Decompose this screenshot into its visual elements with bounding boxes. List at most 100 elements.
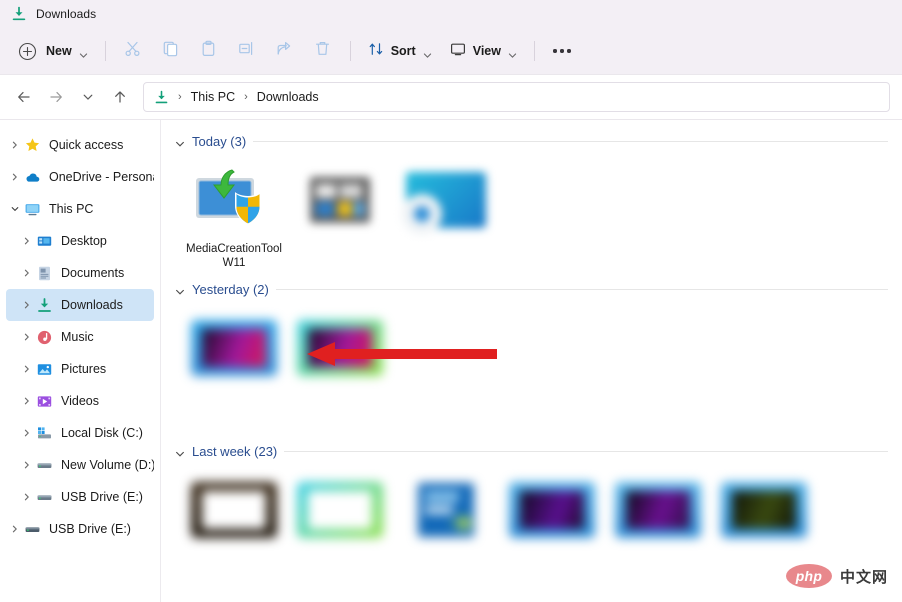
chevron-right-icon[interactable] (18, 397, 36, 405)
sidebar-item-music[interactable]: Music (6, 321, 154, 353)
copy-icon (162, 40, 179, 62)
sidebar-item-downloads[interactable]: Downloads (6, 289, 154, 321)
blurred-thumbnail (398, 474, 494, 546)
file-tile-lastweek-3[interactable] (393, 464, 499, 552)
sidebar-item-onedrive[interactable]: OneDrive - Personal (6, 161, 154, 193)
monitor-icon (24, 201, 41, 218)
command-bar: New Sort View (0, 28, 902, 74)
blurred-thumbnail (186, 312, 282, 384)
share-button[interactable] (266, 35, 304, 67)
group-title: Last week (23) (192, 443, 278, 459)
chevron-right-icon[interactable] (6, 525, 24, 533)
copy-button[interactable] (152, 35, 190, 67)
recent-locations-button[interactable] (72, 81, 104, 113)
sidebar-item-label: Documents (61, 266, 125, 280)
address-bar: › This PC › Downloads (0, 74, 902, 120)
group-header-yesterday[interactable]: Yesterday (2) (175, 278, 902, 300)
sidebar-item-label: Local Disk (C:) (61, 426, 143, 440)
chevron-right-icon[interactable] (18, 269, 36, 277)
file-tile-lastweek-4[interactable] (499, 464, 605, 552)
sidebar-item-label: Quick access (49, 138, 124, 152)
file-tile-yesterday-2[interactable] (287, 302, 393, 432)
trash-icon (314, 40, 331, 62)
chevron-right-icon[interactable] (18, 429, 36, 437)
sidebar-item-usb-drive-e-root[interactable]: USB Drive (E:) (6, 513, 154, 545)
back-button[interactable] (8, 81, 40, 113)
scissors-icon (124, 40, 141, 62)
sidebar-item-local-disk-c[interactable]: Local Disk (C:) (6, 417, 154, 449)
file-tile-lastweek-1[interactable] (181, 464, 287, 552)
group-header-last-week[interactable]: Last week (23) (175, 440, 902, 462)
file-tile-lastweek-2[interactable] (287, 464, 393, 552)
view-monitor-icon (450, 41, 466, 62)
sidebar-item-desktop[interactable]: Desktop (6, 225, 154, 257)
file-tile-lastweek-5[interactable] (605, 464, 711, 552)
file-tile-today-2[interactable] (287, 154, 393, 270)
rename-button[interactable] (228, 35, 266, 67)
tile-row-yesterday (175, 302, 902, 432)
breadcrumb[interactable]: › This PC › Downloads (143, 82, 890, 112)
toolbar-divider (104, 41, 106, 61)
group-divider (275, 288, 888, 290)
chevron-right-icon[interactable] (18, 301, 36, 309)
watermark-brand: php (785, 564, 832, 588)
sidebar-item-usb-drive-e[interactable]: USB Drive (E:) (6, 481, 154, 513)
file-tile-today-3[interactable] (393, 154, 499, 270)
sort-button[interactable]: Sort (359, 35, 441, 67)
delete-button[interactable] (304, 35, 342, 67)
clipboard-icon (200, 40, 217, 62)
breadcrumb-item-this-pc[interactable]: This PC (191, 90, 235, 104)
file-tile-lastweek-6[interactable] (711, 464, 817, 552)
plus-circle-icon (18, 42, 37, 61)
tile-row-today: MediaCreationToolW11 (175, 154, 902, 270)
chevron-down-icon-sort (423, 47, 432, 58)
forward-button[interactable] (40, 81, 72, 113)
chevron-right-icon[interactable] (18, 461, 36, 469)
chevron-right-icon[interactable] (18, 365, 36, 373)
chevron-down-icon[interactable] (175, 284, 185, 295)
new-button[interactable]: New (12, 36, 97, 66)
watermark: php 中文网 (785, 564, 888, 588)
sidebar-item-quick-access[interactable]: Quick access (6, 129, 154, 161)
chevron-down-icon[interactable] (6, 205, 24, 213)
new-button-label: New (46, 44, 72, 58)
cut-button[interactable] (114, 35, 152, 67)
sidebar-item-documents[interactable]: Documents (6, 257, 154, 289)
sidebar-item-pictures[interactable]: Pictures (6, 353, 154, 385)
sidebar-item-label: Music (61, 330, 94, 344)
up-button[interactable] (104, 81, 136, 113)
file-tile-mediacreationtoolw11[interactable]: MediaCreationToolW11 (181, 154, 287, 270)
blurred-thumbnail (504, 474, 600, 546)
group-title: Today (3) (192, 133, 247, 149)
file-tile-label: MediaCreationToolW11 (186, 243, 282, 269)
sidebar-item-label: OneDrive - Personal (49, 170, 154, 184)
title-bar: Downloads (0, 0, 902, 28)
rename-icon (238, 40, 255, 62)
explorer-body: Quick access OneDrive - Personal This PC… (0, 120, 902, 602)
chevron-right-icon[interactable] (6, 173, 24, 181)
sidebar-item-label: New Volume (D:) (61, 458, 154, 472)
chevron-right-icon[interactable] (6, 141, 24, 149)
tile-row-last-week (175, 464, 902, 552)
sidebar-item-videos[interactable]: Videos (6, 385, 154, 417)
file-list-pane[interactable]: Today (3) MediaCreationToolW11 Yesterday… (161, 120, 902, 602)
see-more-button[interactable] (543, 35, 581, 67)
media-creation-tool-icon (186, 164, 282, 236)
sidebar-item-label: Videos (61, 394, 99, 408)
breadcrumb-item-downloads[interactable]: Downloads (257, 90, 319, 104)
paste-button[interactable] (190, 35, 228, 67)
chevron-down-icon[interactable] (175, 446, 185, 457)
group-divider (253, 140, 888, 142)
chevron-right-icon[interactable] (18, 333, 36, 341)
sidebar-item-this-pc[interactable]: This PC (6, 193, 154, 225)
sidebar-item-new-volume-d[interactable]: New Volume (D:) (6, 449, 154, 481)
videos-icon (36, 393, 53, 410)
view-button-label: View (472, 44, 501, 58)
chevron-right-icon[interactable] (18, 237, 36, 245)
sidebar-item-label: This PC (49, 202, 94, 216)
group-header-today[interactable]: Today (3) (175, 130, 902, 152)
chevron-right-icon[interactable] (18, 493, 36, 501)
view-button[interactable]: View (441, 35, 526, 67)
file-tile-yesterday-1[interactable] (181, 302, 287, 432)
chevron-down-icon[interactable] (175, 136, 185, 147)
